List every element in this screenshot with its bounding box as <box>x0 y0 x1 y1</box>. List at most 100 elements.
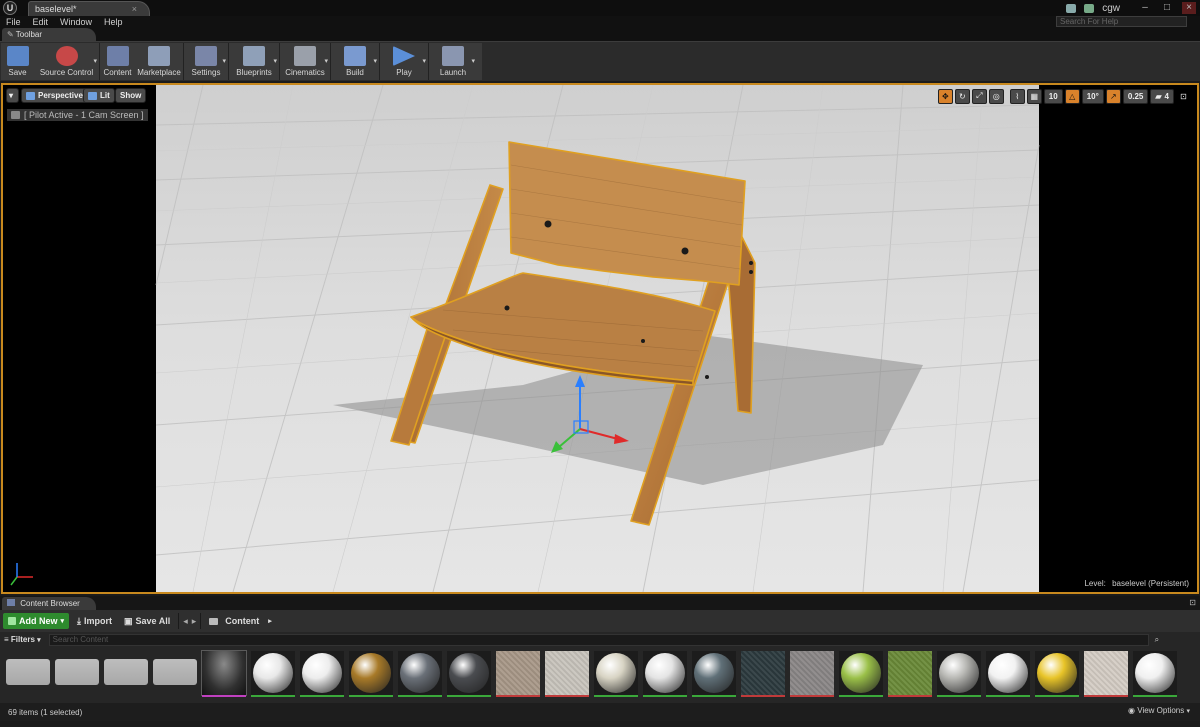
asset-thumbnail[interactable] <box>447 651 491 697</box>
filters-button[interactable]: ≡ Filters ▾ <box>4 635 45 644</box>
asset-thumbnail[interactable] <box>986 651 1030 697</box>
asset-thumbnail[interactable] <box>888 651 932 697</box>
document-tab[interactable]: baselevel* × <box>28 1 150 16</box>
asset-folder[interactable] <box>6 659 50 685</box>
asset-thumbnail[interactable] <box>1133 651 1177 697</box>
asset-thumbnail[interactable] <box>643 651 687 697</box>
menu-bar: File Edit Window Help Search For Help <box>0 16 1200 28</box>
grid-snap-icon[interactable]: ▦ <box>1026 88 1042 104</box>
play-button[interactable]: Play ▾ <box>380 43 428 80</box>
asset-thumbnail[interactable] <box>201 650 247 697</box>
scale-mode-icon[interactable]: ⤢ <box>971 88 987 104</box>
content-search-input[interactable]: Search Content <box>48 633 1149 646</box>
viewport-scene[interactable] <box>3 85 1197 592</box>
feedback-icon[interactable] <box>1066 3 1077 13</box>
pilot-active-label[interactable]: [ Pilot Active - 1 Cam Screen ] <box>7 109 148 121</box>
asset-thumbnail[interactable] <box>839 651 883 697</box>
search-help-input[interactable]: Search For Help <box>1056 16 1187 27</box>
eject-icon[interactable] <box>11 111 20 119</box>
asset-thumbnail[interactable] <box>937 651 981 697</box>
maximize-button[interactable]: □ <box>1160 2 1174 14</box>
toolbar-buttons: Save Source Control ▾ Content Marketplac… <box>1 43 482 80</box>
cinematics-dropdown-icon[interactable]: ▾ <box>324 57 328 65</box>
scale-snap-icon[interactable]: ↗ <box>1105 88 1121 104</box>
forward-arrow-icon[interactable]: ▸ <box>192 616 197 627</box>
view-options-button[interactable]: ◉ View Options ▾ <box>1128 706 1190 715</box>
content-path-button[interactable]: Content ▸ <box>205 616 276 626</box>
add-new-button[interactable]: Add New ▾ <box>3 613 70 629</box>
cinematics-button[interactable]: Cinematics ▾ <box>280 43 330 80</box>
minimize-button[interactable]: – <box>1138 2 1152 14</box>
unreal-logo-icon[interactable]: U <box>3 1 17 15</box>
camera-icon: ▰ <box>1155 91 1162 101</box>
back-arrow-icon[interactable]: ◂ <box>183 616 188 627</box>
world-space-icon[interactable]: ◎ <box>988 88 1004 104</box>
material-sphere-icon <box>449 653 489 693</box>
asset-thumbnail[interactable] <box>692 651 736 697</box>
toolbar-tab[interactable]: ✎ Toolbar <box>2 28 96 41</box>
source-control-button[interactable]: Source Control ▾ <box>34 43 99 80</box>
settings-dropdown-icon[interactable]: ▾ <box>222 57 226 65</box>
asset-thumbnail[interactable] <box>1035 651 1079 697</box>
grid-snap-value[interactable]: 10 <box>1043 88 1063 104</box>
save-icon <box>6 46 29 66</box>
rotation-snap-icon[interactable]: △ <box>1064 88 1080 104</box>
maximize-viewport-icon[interactable]: ⊡ <box>1176 89 1191 104</box>
asset-thumbnail[interactable] <box>251 651 295 697</box>
asset-thumbnail[interactable] <box>790 651 834 697</box>
material-sphere-icon <box>841 653 881 693</box>
asset-type-bar <box>790 695 834 697</box>
menu-file[interactable]: File <box>0 17 27 27</box>
rotation-snap-value[interactable]: 10° <box>1081 88 1104 104</box>
source-control-dropdown-icon[interactable]: ▾ <box>93 57 97 65</box>
menu-window[interactable]: Window <box>54 17 98 27</box>
content-button[interactable]: Content <box>100 43 135 80</box>
asset-thumbnail[interactable] <box>741 651 785 697</box>
viewport-options-button[interactable]: ▾ <box>6 88 19 103</box>
menu-help[interactable]: Help <box>98 17 129 27</box>
asset-thumbnail[interactable] <box>594 651 638 697</box>
translate-mode-icon[interactable]: ✥ <box>937 88 953 104</box>
lit-label: Lit <box>100 91 110 100</box>
blueprints-button[interactable]: Blueprints ▾ <box>229 43 279 80</box>
build-dropdown-icon[interactable]: ▾ <box>373 57 377 65</box>
asset-thumbnail[interactable] <box>1084 651 1128 697</box>
show-button[interactable]: Show <box>115 88 147 103</box>
play-dropdown-icon[interactable]: ▾ <box>422 57 426 65</box>
scale-snap-value[interactable]: 0.25 <box>1122 88 1149 104</box>
asset-thumbnail[interactable] <box>300 651 344 697</box>
close-window-button[interactable]: × <box>1182 2 1196 14</box>
launch-button[interactable]: Launch ▾ <box>429 43 477 80</box>
surface-snap-icon[interactable]: ⌇ <box>1009 88 1025 104</box>
close-tab-icon[interactable]: × <box>132 4 137 14</box>
rotate-mode-icon[interactable]: ↻ <box>954 88 970 104</box>
save-button[interactable]: Save <box>1 43 34 80</box>
current-level-label: Level: baselevel (Persistent) <box>1084 579 1189 588</box>
save-all-button[interactable]: ▣ Save All <box>120 616 174 627</box>
source-control-status-icon[interactable] <box>1084 3 1095 13</box>
content-browser-tab[interactable]: Content Browser <box>2 597 96 610</box>
perspective-button[interactable]: Perspective <box>21 88 88 103</box>
camera-speed-button[interactable]: ▰ 4 <box>1150 88 1174 104</box>
menu-edit[interactable]: Edit <box>27 17 55 27</box>
asset-thumbnail[interactable] <box>349 651 393 697</box>
asset-thumbnail[interactable] <box>398 651 442 697</box>
asset-thumbnail[interactable] <box>496 651 540 697</box>
build-button[interactable]: Build ▾ <box>331 43 379 80</box>
asset-thumbnail[interactable] <box>545 651 589 697</box>
chevron-down-icon: ▾ <box>60 618 65 625</box>
level-viewport[interactable]: ▾ Perspective Lit Show [ Pilot Active - … <box>1 83 1199 594</box>
asset-folder[interactable] <box>104 659 148 685</box>
launch-dropdown-icon[interactable]: ▾ <box>471 57 475 65</box>
lit-button[interactable]: Lit <box>83 88 115 103</box>
settings-button[interactable]: Settings ▾ <box>184 43 228 80</box>
lit-icon <box>88 91 97 100</box>
settings-label: Settings <box>191 68 221 77</box>
import-button[interactable]: ⤓ Import <box>73 616 116 627</box>
marketplace-button[interactable]: Marketplace <box>135 43 183 80</box>
search-icon[interactable]: ⌕ <box>1155 635 1159 645</box>
asset-folder[interactable] <box>153 659 197 685</box>
lock-icon[interactable]: ⊡ <box>1189 598 1196 607</box>
blueprints-dropdown-icon[interactable]: ▾ <box>273 57 277 65</box>
asset-folder[interactable] <box>55 659 99 685</box>
